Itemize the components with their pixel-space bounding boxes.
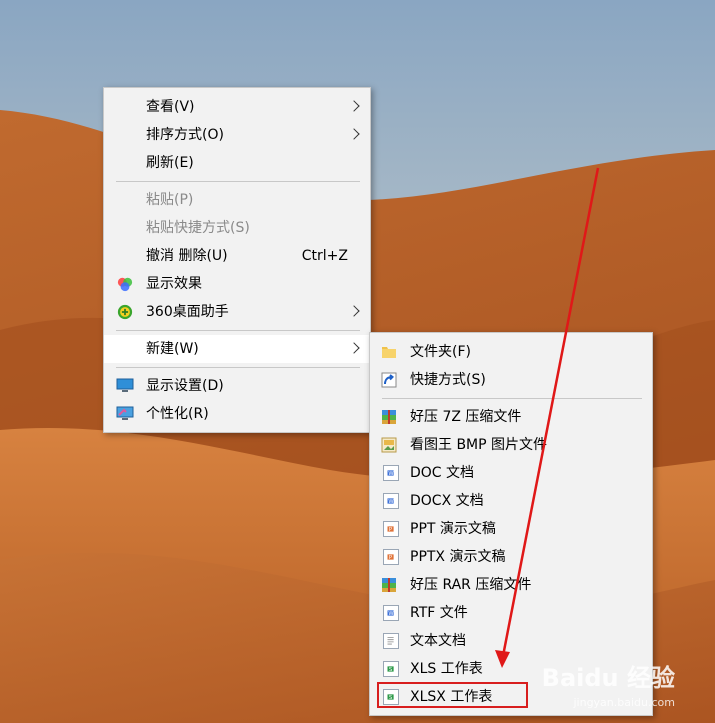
new-7z-archive-item[interactable]: 好压 7Z 压缩文件 [370,403,652,431]
excel-icon: S [383,661,399,677]
monitor-icon [116,378,134,392]
menu-item-label: 看图王 BMP 图片文件 [410,437,548,453]
svg-text:W: W [388,499,394,505]
360-assistant-icon [117,304,133,320]
chevron-right-icon [348,342,360,354]
svg-text:W: W [388,471,394,477]
new-docx-item[interactable]: W DOCX 文档 [370,487,652,515]
menu-item-label: 查看(V) [146,99,195,115]
chevron-right-icon [348,305,360,317]
color-wheel-icon [117,277,133,292]
xlsx-highlight-box [377,682,528,708]
new-bmp-image-item[interactable]: 看图王 BMP 图片文件 [370,431,652,459]
menu-item-paste[interactable]: 粘贴(P) [104,186,370,214]
menu-item-label: 显示效果 [146,276,202,292]
chevron-right-icon [348,100,360,112]
menu-separator [116,181,360,182]
menu-item-sort-by[interactable]: 排序方式(O) [104,121,370,149]
word-doc-icon: W [383,493,399,509]
svg-text:P: P [389,555,392,561]
new-folder-item[interactable]: 文件夹(F) [370,338,652,366]
menu-separator [116,330,360,331]
menu-item-undo-delete[interactable]: 撤消 删除(U) Ctrl+Z [104,242,370,270]
baidu-watermark-url: jingyan.baidu.com [573,696,675,709]
new-pptx-item[interactable]: P PPTX 演示文稿 [370,543,652,571]
menu-item-label: DOC 文档 [410,465,475,481]
word-doc-icon: W [383,465,399,481]
text-file-icon [383,633,399,649]
svg-text:W: W [388,611,394,617]
menu-item-label: 粘贴快捷方式(S) [146,220,250,236]
new-rtf-item[interactable]: W RTF 文件 [370,599,652,627]
menu-item-label: 新建(W) [146,341,199,357]
menu-item-new[interactable]: 新建(W) [104,335,370,363]
ppt-icon: P [383,521,399,537]
menu-separator [116,367,360,368]
menu-item-label: DOCX 文档 [410,493,484,509]
bmp-image-icon [381,437,397,453]
menu-item-label: 粘贴(P) [146,192,194,208]
new-rar-archive-item[interactable]: 好压 RAR 压缩文件 [370,571,652,599]
menu-item-shortcut: Ctrl+Z [301,248,348,264]
menu-item-personalize[interactable]: 个性化(R) [104,400,370,428]
menu-item-label: 排序方式(O) [146,127,224,143]
menu-item-label: 快捷方式(S) [410,372,486,388]
new-text-document-item[interactable]: 文本文档 [370,627,652,655]
baidu-watermark: Baidu 经验 [541,664,675,692]
new-ppt-item[interactable]: P PPT 演示文稿 [370,515,652,543]
rtf-icon: W [383,605,399,621]
menu-item-label: 文本文档 [410,633,466,649]
menu-item-label: 显示设置(D) [146,378,224,394]
menu-item-label: 个性化(R) [146,406,209,422]
menu-item-label: 刷新(E) [146,155,194,171]
menu-separator [382,398,642,399]
archive-icon [382,578,396,592]
menu-item-label: XLS 工作表 [410,661,483,677]
menu-item-label: 文件夹(F) [410,344,471,360]
desktop-context-menu: 查看(V) 排序方式(O) 刷新(E) 粘贴(P) 粘贴快捷方式(S) 撤消 删… [103,87,371,433]
folder-icon [382,347,396,358]
personalize-monitor-icon [116,406,134,420]
menu-item-display-settings[interactable]: 显示设置(D) [104,372,370,400]
menu-item-view[interactable]: 查看(V) [104,93,370,121]
menu-item-refresh[interactable]: 刷新(E) [104,149,370,177]
chevron-right-icon [348,128,360,140]
shortcut-icon [381,372,397,388]
menu-item-label: 好压 7Z 压缩文件 [410,409,522,425]
menu-item-label: 撤消 删除(U) [146,248,228,264]
menu-item-paste-shortcut[interactable]: 粘贴快捷方式(S) [104,214,370,242]
archive-icon [382,410,396,424]
menu-item-label: PPT 演示文稿 [410,521,496,537]
svg-text:P: P [389,527,392,533]
menu-item-display-effects[interactable]: 显示效果 [104,270,370,298]
menu-item-label: PPTX 演示文稿 [410,549,506,565]
menu-item-label: 好压 RAR 压缩文件 [410,577,532,593]
menu-item-label: RTF 文件 [410,605,468,621]
ppt-icon: P [383,549,399,565]
new-doc-item[interactable]: W DOC 文档 [370,459,652,487]
new-shortcut-item[interactable]: 快捷方式(S) [370,366,652,394]
menu-item-360-desktop-assistant[interactable]: 360桌面助手 [104,298,370,326]
menu-item-label: 360桌面助手 [146,304,229,320]
